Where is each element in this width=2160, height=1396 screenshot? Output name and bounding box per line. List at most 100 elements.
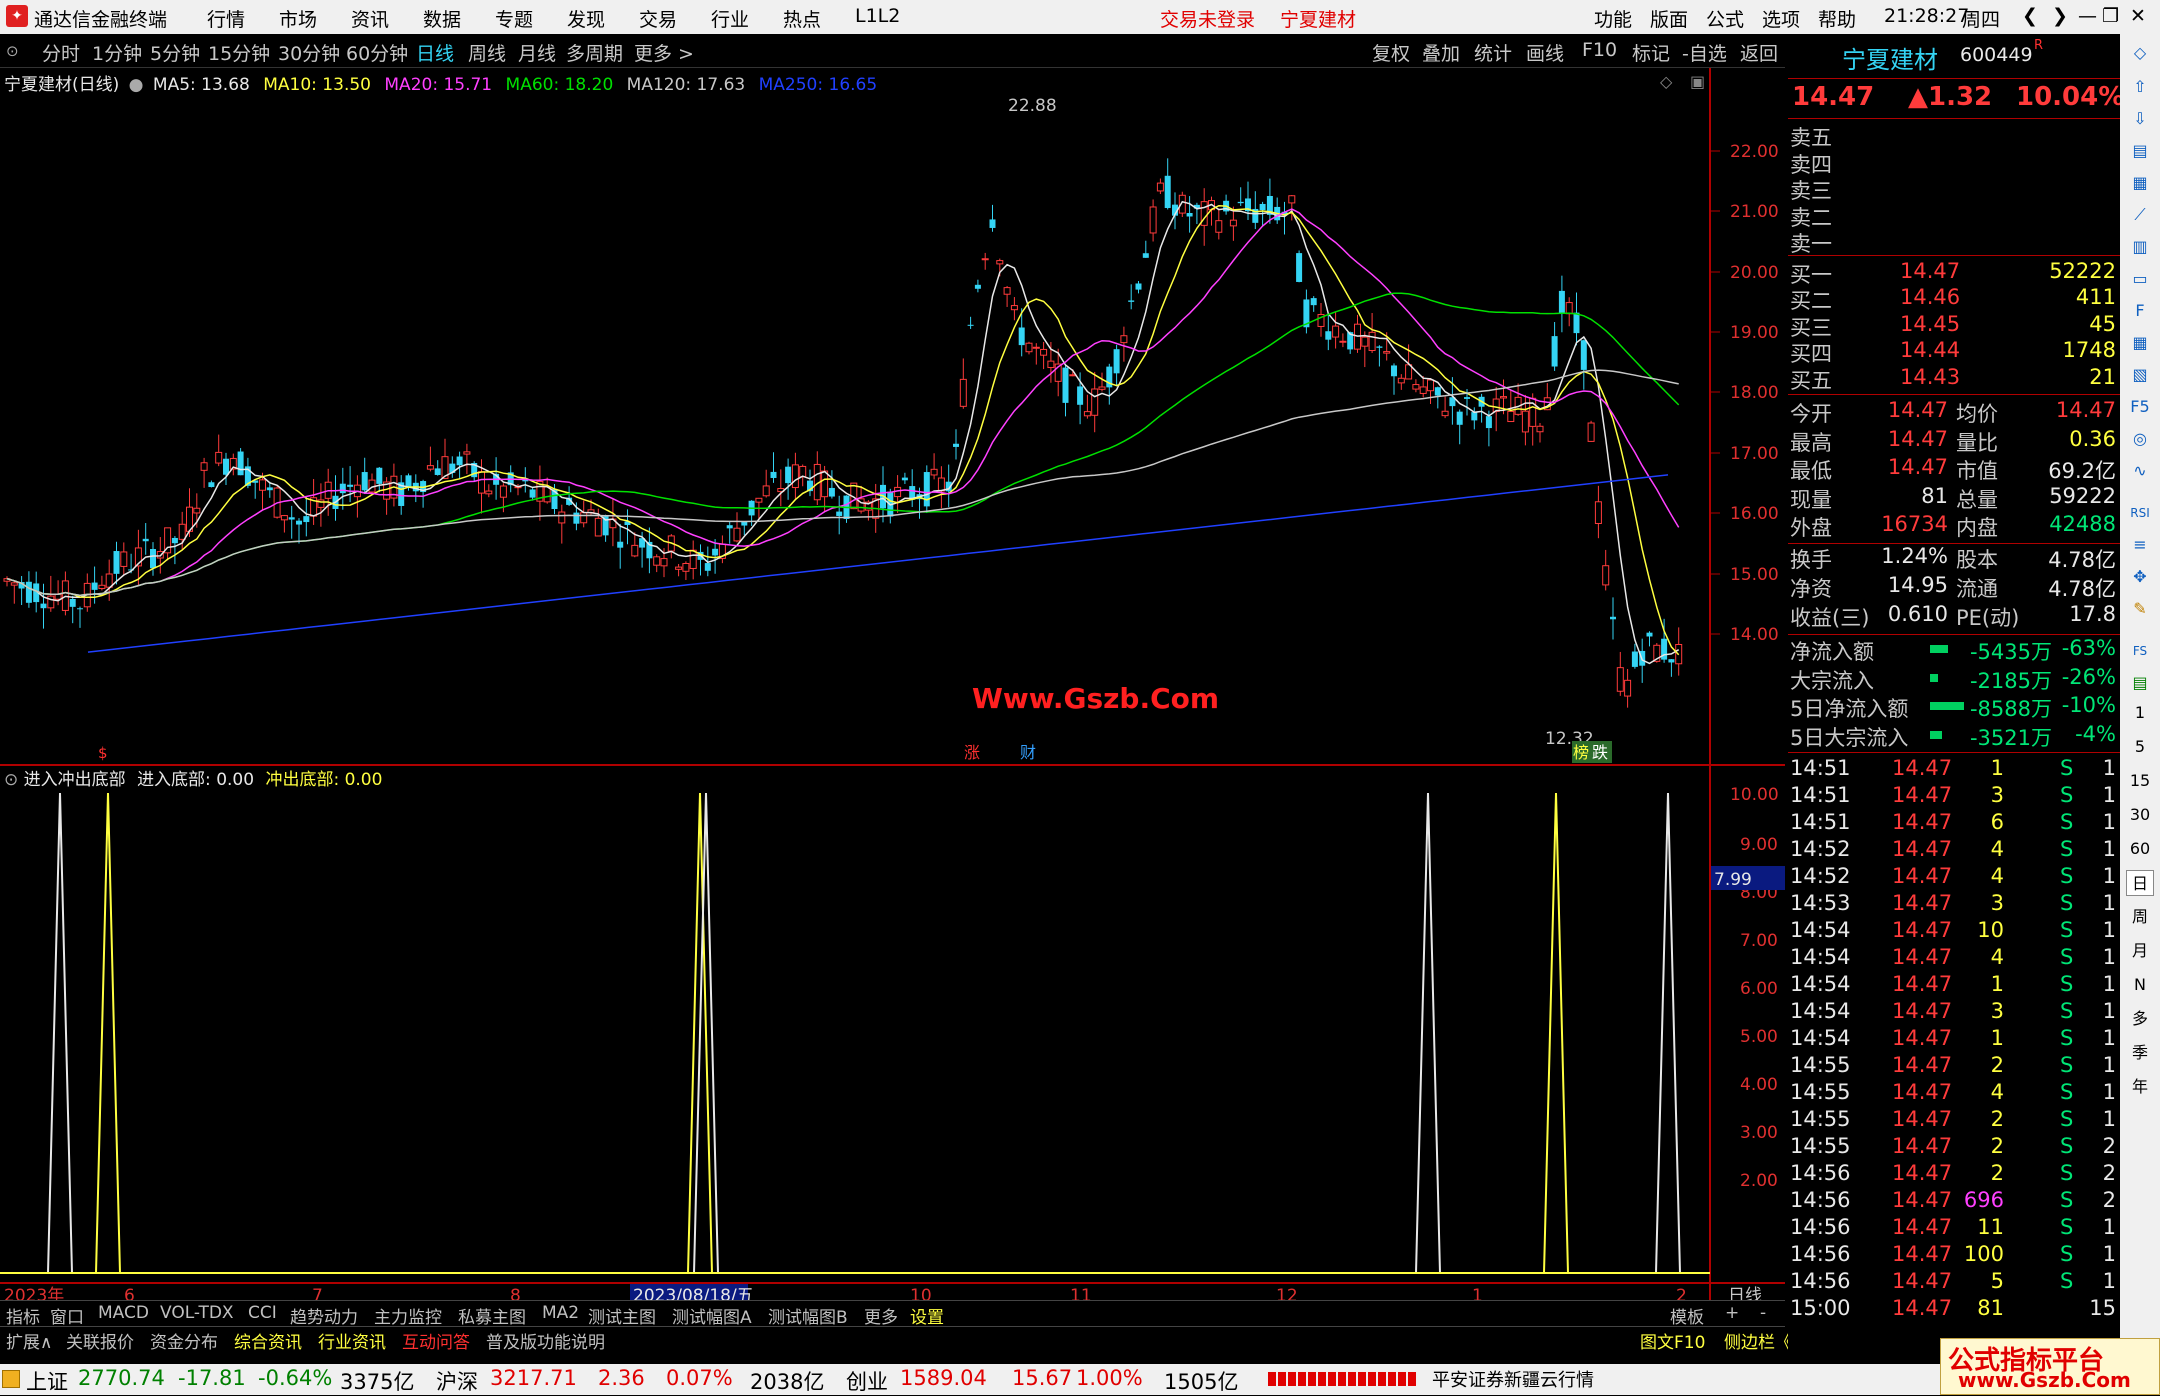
period-duo[interactable]: 多 xyxy=(2126,1006,2154,1032)
btn-f10[interactable]: F10 xyxy=(1582,39,1617,61)
circle-icon[interactable]: ◎ xyxy=(2126,426,2154,452)
zhang-marker-label[interactable]: 涨 xyxy=(964,743,980,762)
restore-icon[interactable]: ❐ xyxy=(2102,5,2119,27)
tab-guanlianbaojia[interactable]: 关联报价 xyxy=(66,1328,134,1353)
rsi-icon[interactable]: RSI xyxy=(2126,500,2154,526)
wave-icon[interactable]: ∿ xyxy=(2126,458,2154,484)
close-icon[interactable]: ✕ xyxy=(2130,5,2146,27)
period-fenshi[interactable]: 分时 xyxy=(42,39,80,66)
period-yue[interactable]: 月 xyxy=(2126,938,2154,964)
green-icon[interactable]: ▤ xyxy=(2126,670,2154,696)
kline-chart-svg[interactable]: 22.00 21.00 20.00 19.00 18.00 17.00 16.0… xyxy=(0,68,1785,1300)
btn-fanhui[interactable]: 返回 xyxy=(1740,39,1778,66)
cai-marker-label[interactable]: 财 xyxy=(1020,743,1036,762)
grid-icon[interactable]: ▦ xyxy=(2126,170,2154,196)
tab-ceshifutua[interactable]: 测试幅图A xyxy=(672,1303,752,1328)
tab-add[interactable]: + xyxy=(1725,1303,1739,1323)
tab-tuwenf10[interactable]: 图文F10 xyxy=(1640,1328,1705,1353)
menu-gongneng[interactable]: 功能 xyxy=(1594,5,1632,32)
menu-zhuanti[interactable]: 专题 xyxy=(495,5,533,32)
period-more[interactable]: 更多 > xyxy=(634,39,694,66)
pen-icon[interactable]: ✎ xyxy=(2126,596,2154,622)
period-ji[interactable]: 季 xyxy=(2126,1040,2154,1066)
chevron-down-icon[interactable]: ⊙ xyxy=(6,42,19,60)
fin-icon[interactable]: F xyxy=(2126,298,2154,324)
tab-hangyezixun[interactable]: 行业资讯 xyxy=(318,1328,386,1353)
list-icon[interactable]: ▤ xyxy=(2126,138,2154,164)
down-icon[interactable]: ⇩ xyxy=(2126,106,2154,132)
menu-faxian[interactable]: 发现 xyxy=(567,5,605,32)
chart-icon[interactable]: ▧ xyxy=(2126,362,2154,388)
menu-shuju[interactable]: 数据 xyxy=(423,5,461,32)
btn-fuquan[interactable]: 复权 xyxy=(1372,39,1410,66)
kline-icon[interactable]: ▥ xyxy=(2126,234,2154,260)
menu-banmian[interactable]: 版面 xyxy=(1650,5,1688,32)
tab-vol-tdx[interactable]: VOL-TDX xyxy=(160,1303,234,1323)
back-arrow-icon[interactable]: ❮ xyxy=(2022,5,2038,27)
btn-biaoji[interactable]: 标记 xyxy=(1632,39,1670,66)
die-marker-label[interactable]: 跌 xyxy=(1592,743,1608,762)
period-daily[interactable]: 日线 xyxy=(416,39,454,66)
menu-shichang[interactable]: 市场 xyxy=(279,5,317,32)
up-icon[interactable]: ⇧ xyxy=(2126,74,2154,100)
index-hs-name[interactable]: 沪深 xyxy=(436,1366,478,1396)
tab-cebianlan[interactable]: 侧边栏《 xyxy=(1724,1328,1792,1353)
bars-icon[interactable]: ≡ xyxy=(2126,532,2154,558)
tab-hudongwenda[interactable]: 互动问答 xyxy=(402,1328,470,1353)
minimize-icon[interactable]: — xyxy=(2078,5,2097,27)
menu-zixun[interactable]: 资讯 xyxy=(351,5,389,32)
menu-xuanxiang[interactable]: 选项 xyxy=(1762,5,1800,32)
index-icon[interactable] xyxy=(2,1370,20,1388)
chart-area[interactable]: 宁夏建材(日线) ● MA5: 13.68 MA10: 13.50 MA20: … xyxy=(0,68,1785,1300)
period-weekly[interactable]: 周线 xyxy=(468,39,506,66)
btn-huaxian[interactable]: 画线 xyxy=(1526,39,1564,66)
menu-gongshi[interactable]: 公式 xyxy=(1706,5,1744,32)
period-15[interactable]: 15 xyxy=(2126,768,2154,794)
move-icon[interactable]: ✥ xyxy=(2126,564,2154,590)
tab-ceshifutub[interactable]: 测试幅图B xyxy=(768,1303,848,1328)
btn-tongji[interactable]: 统计 xyxy=(1474,39,1512,66)
forward-arrow-icon[interactable]: ❯ xyxy=(2052,5,2068,27)
period-15min[interactable]: 15分钟 xyxy=(208,39,270,66)
tab-zhibiao[interactable]: 指标 xyxy=(6,1303,40,1328)
doc-icon[interactable]: ▭ xyxy=(2126,266,2154,292)
tab-kuozhan[interactable]: 扩展∧ xyxy=(6,1328,52,1353)
menu-l1l2[interactable]: L1L2 xyxy=(855,5,900,27)
tab-gengduo[interactable]: 更多 xyxy=(864,1303,898,1328)
fs-icon[interactable]: FS xyxy=(2126,638,2154,664)
menu-jiaoyi[interactable]: 交易 xyxy=(639,5,677,32)
tab-simuzhutu[interactable]: 私募主图 xyxy=(458,1303,526,1328)
period-ri[interactable]: 日 xyxy=(2126,870,2154,896)
index-sh-name[interactable]: 上证 xyxy=(26,1366,68,1396)
tab-shezhi[interactable]: 设置 xyxy=(910,1303,944,1328)
period-30min[interactable]: 30分钟 xyxy=(278,39,340,66)
period-1min[interactable]: 1分钟 xyxy=(92,39,142,66)
tab-ceshizhutu[interactable]: 测试主图 xyxy=(588,1303,656,1328)
tab-cci[interactable]: CCI xyxy=(248,1303,277,1323)
period-1[interactable]: 1 xyxy=(2126,700,2154,726)
period-nian[interactable]: 年 xyxy=(2126,1074,2154,1100)
tab-qushidongli[interactable]: 趋势动力 xyxy=(290,1303,358,1328)
period-n[interactable]: N xyxy=(2126,972,2154,998)
period-monthly[interactable]: 月线 xyxy=(518,39,556,66)
period-30[interactable]: 30 xyxy=(2126,802,2154,828)
collapse-icon[interactable]: ◇ xyxy=(2126,40,2154,66)
menu-bangzhu[interactable]: 帮助 xyxy=(1818,5,1856,32)
menu-redian[interactable]: 热点 xyxy=(783,5,821,32)
tab-zonghezixun[interactable]: 综合资讯 xyxy=(234,1328,302,1353)
tab-ma2[interactable]: MA2 xyxy=(542,1303,579,1323)
trade-status[interactable]: 交易未登录 xyxy=(1160,5,1255,32)
tab-moban[interactable]: 模板 xyxy=(1670,1303,1704,1328)
tab-pujiban[interactable]: 普及版功能说明 xyxy=(486,1328,605,1353)
trend-icon[interactable]: ⟋ xyxy=(2126,202,2154,228)
period-multi[interactable]: 多周期 xyxy=(566,39,623,66)
tab-macd[interactable]: MACD xyxy=(98,1303,149,1323)
period-zhou[interactable]: 周 xyxy=(2126,904,2154,930)
bang-marker-label[interactable]: 榜 xyxy=(1573,743,1589,762)
menu-hangye[interactable]: 行业 xyxy=(711,5,749,32)
tab-zhulijiankong[interactable]: 主力监控 xyxy=(374,1303,442,1328)
btn-diejia[interactable]: 叠加 xyxy=(1422,39,1460,66)
period-5min[interactable]: 5分钟 xyxy=(150,39,200,66)
tab-chuangkou[interactable]: 窗口 xyxy=(50,1303,84,1328)
tab-zijinfenbu[interactable]: 资金分布 xyxy=(150,1328,218,1353)
